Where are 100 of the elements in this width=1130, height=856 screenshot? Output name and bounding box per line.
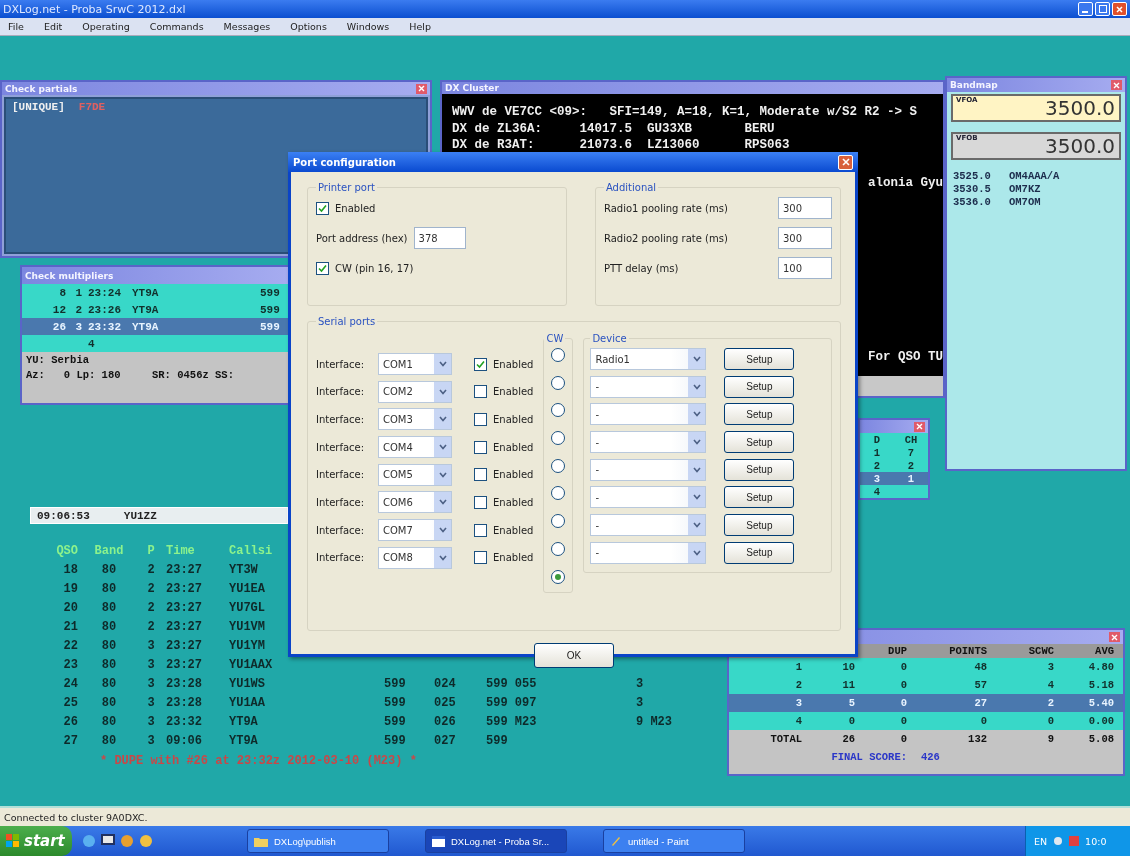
port-dropdown[interactable]: COM7	[378, 519, 452, 542]
checkbox[interactable]	[474, 551, 487, 565]
setup-button[interactable]: Setup	[724, 486, 795, 509]
setup-button[interactable]: Setup	[724, 514, 795, 537]
device-dropdown[interactable]: -	[590, 403, 707, 426]
app-icon[interactable]	[120, 834, 134, 848]
port-dropdown[interactable]: COM2	[378, 380, 452, 403]
checkbox[interactable]	[474, 385, 487, 399]
close-button[interactable]	[838, 154, 853, 170]
caret-icon[interactable]	[434, 381, 451, 402]
multiplier-row[interactable]: 8 1 23:24 YT9A 599	[22, 284, 288, 301]
tray-icon[interactable]	[1053, 836, 1064, 846]
table-row[interactable]: 3 1	[860, 472, 928, 485]
menu-item[interactable]: Messages	[223, 21, 271, 32]
port-dropdown[interactable]: COM5	[378, 463, 452, 486]
monitor-icon[interactable]	[101, 834, 115, 848]
menu-item[interactable]: Commands	[149, 21, 204, 32]
checkbox[interactable]	[474, 495, 487, 509]
checkbox[interactable]	[474, 412, 487, 426]
radio-button[interactable]	[551, 514, 566, 529]
number-field[interactable]: 300	[778, 227, 832, 249]
port-dropdown[interactable]: COM6	[378, 491, 452, 514]
device-dropdown[interactable]: -	[590, 514, 707, 537]
port-dropdown[interactable]: COM3	[378, 408, 452, 431]
taskbar-button[interactable]: DXLog.net - Proba Sr...	[425, 829, 567, 853]
caret-icon[interactable]	[434, 354, 451, 374]
menu-item[interactable]: Help	[409, 21, 431, 32]
checkbox[interactable]	[474, 357, 487, 371]
port-address-field[interactable]: 378	[413, 227, 466, 249]
minimize-button[interactable]	[1078, 2, 1093, 16]
radio-button[interactable]	[551, 541, 566, 556]
menu-item[interactable]: Windows	[346, 21, 390, 32]
caret-icon[interactable]	[688, 542, 706, 563]
radio-button[interactable]	[551, 348, 566, 362]
checkbox[interactable]	[474, 523, 487, 537]
multiplier-row[interactable]: 12 2 23:26 YT9A 599	[22, 301, 288, 318]
radio-button[interactable]	[551, 458, 566, 473]
checkbox[interactable]	[474, 468, 487, 482]
checkbox[interactable]	[474, 440, 487, 454]
caret-icon[interactable]	[434, 437, 451, 458]
checkbox[interactable]	[316, 261, 329, 275]
radio-button[interactable]	[551, 403, 566, 418]
score-row[interactable]: 4 0 0 0 0 0.00	[729, 712, 1123, 730]
port-dropdown[interactable]: COM1	[378, 353, 452, 375]
device-dropdown[interactable]: Radio1	[590, 348, 707, 370]
score-row[interactable]: 2 11 0 57 4 5.18	[729, 676, 1123, 694]
spot-frequency[interactable]: 3536.0	[953, 196, 1009, 208]
device-dropdown[interactable]: -	[590, 375, 707, 398]
setup-button[interactable]: Setup	[724, 403, 795, 426]
taskbar-button[interactable]: untitled - Paint	[603, 829, 745, 853]
setup-button[interactable]: Setup	[724, 348, 795, 370]
menu-item[interactable]: Operating	[82, 21, 130, 32]
menu-item[interactable]: File	[8, 21, 24, 32]
number-field[interactable]: 100	[778, 257, 832, 279]
spot-callsign[interactable]: OM7OM	[1009, 196, 1121, 208]
spot-callsign[interactable]: OM7KZ	[1009, 183, 1121, 195]
multiplier-row[interactable]: 4	[22, 335, 288, 352]
caret-icon[interactable]	[688, 432, 706, 453]
number-field[interactable]: 300	[778, 197, 832, 219]
caret-icon[interactable]	[434, 409, 451, 430]
menu-item[interactable]: Options	[290, 21, 327, 32]
port-dropdown[interactable]: COM4	[378, 436, 452, 459]
caret-icon[interactable]	[434, 464, 451, 485]
ok-button[interactable]: OK	[534, 643, 614, 668]
caret-icon[interactable]	[688, 376, 706, 397]
setup-button[interactable]: Setup	[724, 458, 795, 481]
radio-button[interactable]	[551, 569, 566, 584]
device-dropdown[interactable]: -	[590, 486, 707, 509]
radio-button[interactable]	[551, 486, 566, 501]
caret-icon[interactable]	[434, 547, 451, 568]
score-row[interactable]: 3 5 0 27 2 5.40	[729, 694, 1123, 712]
caret-icon[interactable]	[688, 487, 706, 508]
caret-icon[interactable]	[688, 404, 706, 425]
device-dropdown[interactable]: -	[590, 541, 707, 564]
field-label: Interface:	[316, 469, 366, 481]
device-dropdown[interactable]: -	[590, 431, 707, 454]
caret-icon[interactable]	[688, 515, 706, 536]
radio-button[interactable]	[551, 431, 566, 446]
setup-button[interactable]: Setup	[724, 541, 795, 564]
device-dropdown[interactable]: -	[590, 458, 707, 481]
setup-button[interactable]: Setup	[724, 375, 795, 398]
spot-frequency[interactable]: 3530.5	[953, 183, 1009, 195]
caret-icon[interactable]	[688, 349, 706, 369]
spot-frequency[interactable]: 3525.0	[953, 170, 1009, 182]
checkbox[interactable]	[316, 201, 329, 215]
multiplier-row[interactable]: 26 3 23:32 YT9A 599	[22, 318, 288, 335]
radio-button[interactable]	[551, 375, 566, 390]
close-icon[interactable]	[1116, 5, 1123, 13]
caret-icon[interactable]	[434, 520, 451, 541]
port-dropdown[interactable]: COM8	[378, 546, 452, 569]
setup-button[interactable]: Setup	[724, 431, 795, 454]
caret-icon[interactable]	[688, 459, 706, 480]
caret-icon[interactable]	[434, 492, 451, 513]
app-icon[interactable]	[139, 834, 153, 848]
spot-callsign[interactable]: OM4AAA/A	[1009, 170, 1121, 182]
taskbar-button[interactable]: DXLog\publish	[247, 829, 389, 853]
close-icon[interactable]	[841, 158, 850, 166]
score-row[interactable]: 1 10 0 48 3 4.80	[729, 658, 1123, 676]
close-button[interactable]	[1112, 2, 1127, 16]
menu-item[interactable]: Edit	[43, 21, 63, 32]
